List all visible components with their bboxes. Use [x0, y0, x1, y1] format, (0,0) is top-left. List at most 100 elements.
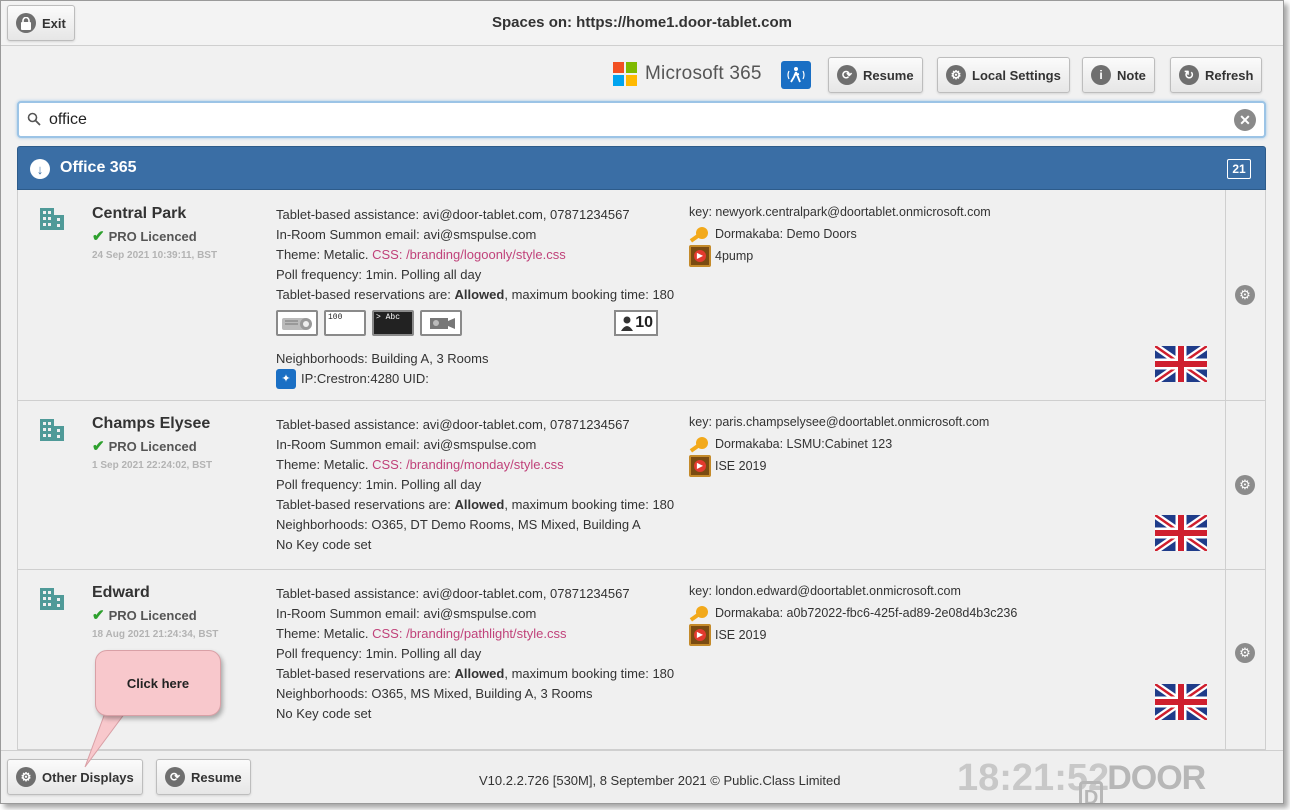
room-info: Tablet-based assistance: avi@door-tablet…	[276, 205, 674, 389]
room-row: Champs Elysee ✔ PRO Licenced 1 Sep 2021 2…	[18, 401, 1265, 570]
theme-label: Theme: Metalic.	[276, 247, 369, 262]
check-icon: ✔	[92, 228, 105, 245]
refresh-icon: ⟳	[165, 767, 185, 787]
uk-flag-icon[interactable]	[1155, 515, 1207, 551]
info-icon: i	[1091, 65, 1111, 85]
local-settings-label: Local Settings	[972, 67, 1061, 83]
room-name[interactable]: Champs Elysee	[92, 415, 210, 433]
person-icon	[621, 316, 634, 331]
room-timestamp: 24 Sep 2021 10:39:11, BST	[92, 250, 218, 261]
licence-label: PRO Licenced	[108, 608, 197, 623]
licence-status: ✔ PRO Licenced	[92, 437, 197, 455]
neighborhoods-line: Neighborhoods: O365, MS Mixed, Building …	[276, 686, 593, 701]
summon-line: In-Room Summon email: avi@smspulse.com	[276, 437, 537, 452]
door-access-icon: ✦	[276, 369, 296, 389]
poll-line: Poll frequency: 1min. Polling all day	[276, 646, 482, 661]
check-icon: ✔	[92, 607, 105, 624]
clear-search-icon[interactable]: ✕	[1234, 109, 1256, 131]
whiteboard-icon: 100	[324, 310, 366, 336]
building-icon	[40, 588, 64, 610]
search-icon	[27, 112, 41, 126]
css-link[interactable]: CSS: /branding/logoonly/style.css	[372, 247, 566, 262]
uk-flag-icon[interactable]	[1155, 346, 1207, 382]
css-link[interactable]: CSS: /branding/monday/style.css	[372, 457, 563, 472]
dormakaba-line: Dormakaba: Demo Doors	[689, 223, 991, 245]
assistance-line: Tablet-based assistance: avi@door-tablet…	[276, 586, 630, 601]
microsoft-logo-icon	[613, 62, 637, 86]
equipment-icons: 100 > Abc	[276, 310, 462, 336]
poll-line: Poll frequency: 1min. Polling all day	[276, 267, 482, 282]
door-tablet-logo-icon: D	[1079, 781, 1104, 803]
key-icon	[689, 603, 711, 623]
key-icon	[689, 434, 711, 454]
licence-status: ✔ PRO Licenced	[92, 227, 197, 245]
reservations-line: Tablet-based reservations are: Allowed, …	[276, 285, 674, 305]
licence-label: PRO Licenced	[108, 439, 197, 454]
collapse-arrow-icon[interactable]: ↓	[30, 159, 50, 179]
resume-button-top[interactable]: ⟳ Resume	[828, 57, 923, 93]
screen-icon: > Abc	[372, 310, 414, 336]
booking-time: , maximum booking time: 180	[504, 287, 675, 302]
reservations-label: Tablet-based reservations are:	[276, 497, 451, 512]
door-tablet-logo: D DOOR TABLET	[1079, 759, 1283, 803]
key-line: key: london.edward@doortablet.onmicrosof…	[689, 584, 961, 598]
key-line: key: newyork.centralpark@doortablet.onmi…	[689, 205, 991, 219]
gear-icon: ⚙	[946, 65, 966, 85]
media-line: ▶ 4pump	[689, 245, 991, 267]
refresh-label: Refresh	[1205, 67, 1254, 83]
door-tablet-brand-text: DOOR TABLET	[1107, 759, 1234, 803]
building-icon	[40, 208, 64, 230]
gear-icon: ⚙	[16, 767, 36, 787]
video-icon: ▶	[689, 624, 711, 646]
room-row: Central Park ✔ PRO Licenced 24 Sep 2021 1…	[18, 190, 1265, 401]
refresh-button[interactable]: ↻ Refresh	[1170, 57, 1263, 93]
booking-time: , maximum booking time: 180	[504, 666, 675, 681]
projector-icon	[276, 310, 318, 336]
summon-line: In-Room Summon email: avi@smspulse.com	[276, 606, 537, 621]
version-text: V10.2.2.726 [530M], 8 September 2021 © P…	[479, 773, 841, 788]
assistance-line: Tablet-based assistance: avi@door-tablet…	[276, 417, 630, 432]
dormakaba-line: Dormakaba: LSMU:Cabinet 123	[689, 433, 989, 455]
reservations-label: Tablet-based reservations are:	[276, 287, 451, 302]
note-button[interactable]: i Note	[1082, 57, 1155, 93]
resume-label-bottom: Resume	[191, 769, 242, 785]
poll-line: Poll frequency: 1min. Polling all day	[276, 477, 482, 492]
theme-line: Theme: Metalic. CSS: /branding/monday/st…	[276, 455, 674, 475]
uk-flag-icon[interactable]	[1155, 684, 1207, 720]
room-settings-gear-icon[interactable]: ⚙	[1235, 285, 1255, 305]
keycode-line: No Key code set	[276, 706, 372, 721]
building-icon	[40, 419, 64, 441]
room-name[interactable]: Central Park	[92, 205, 186, 223]
media-line: ▶ ISE 2019	[689, 624, 1017, 646]
other-displays-label: Other Displays	[42, 769, 134, 785]
room-settings-gear-icon[interactable]: ⚙	[1235, 643, 1255, 663]
refresh-icon: ⟳	[837, 65, 857, 85]
room-settings-gear-icon[interactable]: ⚙	[1235, 475, 1255, 495]
door-access-icon[interactable]	[781, 61, 811, 89]
group-header[interactable]: ↓ Office 365 21	[17, 146, 1266, 190]
media-label: 4pump	[715, 249, 754, 263]
local-settings-button[interactable]: ⚙ Local Settings	[937, 57, 1070, 93]
search-input[interactable]	[47, 108, 1227, 132]
summon-line: In-Room Summon email: avi@smspulse.com	[276, 227, 537, 242]
resume-button-bottom[interactable]: ⟳ Resume	[156, 759, 251, 795]
reservations-allowed: Allowed	[454, 497, 505, 512]
group-count-badge: 21	[1227, 159, 1251, 179]
page-title: Spaces on: https://home1.door-tablet.com	[491, 14, 793, 31]
reservations-line: Tablet-based reservations are: Allowed, …	[276, 664, 674, 684]
top-bar: Exit Spaces on: https://home1.door-table…	[1, 1, 1283, 46]
video-icon: ▶	[689, 455, 711, 477]
media-label: ISE 2019	[715, 459, 767, 473]
video-icon: ▶	[689, 245, 711, 267]
reservations-allowed: Allowed	[454, 666, 505, 681]
app-window: Exit Spaces on: https://home1.door-table…	[0, 0, 1284, 804]
group-name: Office 365	[60, 159, 137, 176]
capacity-value: 10	[635, 314, 653, 331]
licence-label: PRO Licenced	[108, 229, 197, 244]
dormakaba-label: Dormakaba: a0b72022-fbc6-425f-ad89-2e08d…	[715, 606, 1018, 620]
room-name[interactable]: Edward	[92, 584, 150, 602]
css-link[interactable]: CSS: /branding/pathlight/style.css	[372, 626, 566, 641]
check-icon: ✔	[92, 438, 105, 455]
resume-label-top: Resume	[863, 67, 914, 83]
note-label: Note	[1117, 67, 1146, 83]
